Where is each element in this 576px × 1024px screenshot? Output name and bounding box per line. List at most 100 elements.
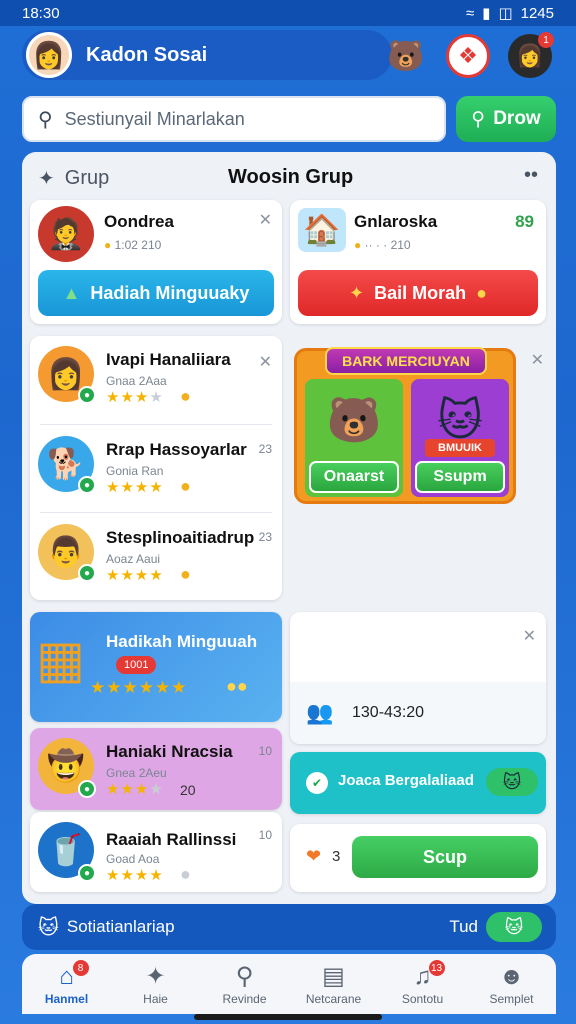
promo-left-button[interactable]: Onaarst bbox=[309, 461, 399, 493]
featured-right-name: Gnlaroska bbox=[354, 212, 438, 231]
avatar: 🤵 bbox=[38, 206, 94, 262]
status-right-text: 1245 bbox=[520, 4, 554, 22]
group-tab[interactable]: ✦ Grup bbox=[38, 166, 109, 191]
online-badge: ● bbox=[78, 564, 96, 582]
profile-avatar[interactable]: 👩 bbox=[26, 32, 72, 78]
info-card: ✕ 👥 130-43:20 bbox=[290, 612, 546, 744]
list-item[interactable]: 🥤 ● Raaiah Rallinssi Goad Aoa ★★★★ ● 10 bbox=[30, 812, 282, 892]
more-icon[interactable]: •• bbox=[524, 164, 538, 187]
group-tab-label: Grup bbox=[64, 167, 110, 189]
coin-icon: ● bbox=[476, 282, 487, 303]
nav-item-explore[interactable]: ✦ Haie bbox=[112, 962, 200, 1006]
friend-side-value: 23 bbox=[258, 530, 272, 544]
search-placeholder: Sestiunyail Minarlakan bbox=[64, 108, 245, 129]
nav-item-music[interactable]: ♫ 13 Sontotu bbox=[379, 960, 467, 1006]
bottom-banner-right-label: Tud bbox=[449, 917, 478, 936]
featured-card-right: 🏠 Gnlaroska ● ·· · · 210 89 ✦ Bail Morah… bbox=[290, 200, 546, 324]
friend-name: Ivapi Hanaliiara bbox=[106, 350, 231, 369]
group-icon: 👥 bbox=[306, 700, 334, 725]
close-icon[interactable]: ✕ bbox=[259, 210, 272, 230]
nav-label: Netcarane bbox=[305, 992, 362, 1006]
scup-count: 3 bbox=[332, 848, 341, 865]
weekly-reward-button[interactable]: ▲ Hadiah Minguuaky bbox=[38, 270, 274, 316]
search-row: ⚲ Sestiunyail Minarlakan ⚲ Drow bbox=[22, 96, 556, 142]
coin-icon: ● bbox=[180, 386, 191, 406]
list-item[interactable]: 👨 ● Stesplinoaitiadrup Aoaz Aaui ★★★★ ● … bbox=[30, 512, 282, 600]
search-input[interactable]: ⚲ Sestiunyail Minarlakan bbox=[22, 96, 446, 142]
coin-icon: ● bbox=[354, 238, 362, 252]
online-badge: ● bbox=[78, 864, 96, 882]
join-label: Joaca Bergalaliaad bbox=[338, 772, 474, 789]
promo-right-button[interactable]: Ssupm bbox=[415, 461, 505, 493]
promo-tile-left[interactable]: 🐻 Onaarst bbox=[305, 379, 403, 497]
list-item[interactable]: 👩 ● Ivapi Hanaliiara Gnaa 2Aaa ★★★★ ● ✕ bbox=[30, 336, 282, 424]
close-icon[interactable]: ✕ bbox=[259, 352, 272, 372]
explore-icon: ✦ bbox=[145, 963, 166, 990]
close-icon[interactable]: ✕ bbox=[523, 626, 536, 646]
nav-item-profile[interactable]: ☻ Semplet bbox=[468, 962, 556, 1006]
battery-icon: ◫ bbox=[498, 5, 513, 22]
promo-banner[interactable]: BARK MERCIUYAN 🐻 Onaarst 🐱 BMUUIK Ssupm bbox=[294, 347, 516, 504]
promo-tile-right[interactable]: 🐱 BMUUIK Ssupm bbox=[411, 379, 509, 497]
featured-left-name: Oondrea bbox=[104, 212, 174, 231]
nav-item-home[interactable]: ⌂ 8 Hanmel bbox=[23, 960, 111, 1006]
nav-item-news[interactable]: ▤ Netcarane bbox=[290, 962, 378, 1006]
home-icon: ⌂ bbox=[59, 963, 74, 990]
game-thumbnail: 🏠 bbox=[298, 208, 346, 252]
profile-pill[interactable]: 👩 Kadon Sosai bbox=[22, 30, 392, 80]
bottom-banner-right[interactable]: Tud 🐱 bbox=[449, 912, 542, 942]
gift-icon: ▲ bbox=[62, 282, 81, 303]
rating-stars: ★★★★★★ bbox=[90, 678, 188, 697]
weekly-reward-button-label: Hadiah Minguuaky bbox=[90, 282, 250, 303]
nav-item-chat[interactable]: ⚲ Revinde bbox=[201, 962, 289, 1006]
group-panel: ✦ Grup Woosin Grup •• 🤵 Oondrea ● 1:02 2… bbox=[22, 152, 556, 904]
panel-header: ✦ Grup Woosin Grup •• bbox=[22, 160, 556, 196]
rating-stars: ★★★★ bbox=[106, 781, 164, 798]
list-item[interactable]: 🐕 ● Rrap Hassoyarlar Gonia Ran ★★★★ ● 23 bbox=[30, 424, 282, 512]
featured-left-meta: ● 1:02 210 bbox=[104, 238, 161, 252]
nav-label: Semplet bbox=[489, 992, 534, 1006]
heart-icon: ❤ bbox=[306, 846, 322, 866]
wifi-icon: ≈ bbox=[465, 4, 475, 22]
friend-name: Haniaki Nracsia bbox=[106, 742, 233, 761]
bail-button[interactable]: ✦ Bail Morah ● bbox=[298, 270, 538, 316]
reward-tag: 1001 bbox=[116, 656, 157, 674]
featured-right-meta: ● ·· · · 210 bbox=[354, 238, 411, 252]
coin-icon: ● bbox=[104, 238, 112, 252]
notification-badge: 1 bbox=[538, 32, 554, 48]
list-item[interactable]: 🤠 ● Haniaki Nracsia Gnea 2Aeu ★★★★ 20 10 bbox=[30, 728, 282, 810]
friend-sub: Gnea 2Aeu bbox=[106, 766, 167, 780]
mascot-icon[interactable]: 🐻 bbox=[384, 34, 428, 78]
gift-icon[interactable]: ❖ bbox=[446, 34, 490, 78]
panel-title: Woosin Grup bbox=[228, 166, 354, 188]
drow-button[interactable]: ⚲ Drow bbox=[456, 96, 556, 142]
reward-card[interactable]: ▦ Hadikah Minguuah 1001 ★★★★★★ ●● bbox=[30, 612, 282, 722]
close-icon[interactable]: ✕ bbox=[531, 350, 544, 370]
online-badge: ● bbox=[78, 780, 96, 798]
bottom-banner[interactable]: 🐱 Sotiatianlariap Tud 🐱 bbox=[22, 904, 556, 950]
friend-sub: Gnaa 2Aaa bbox=[106, 374, 167, 388]
news-icon: ▤ bbox=[322, 963, 345, 990]
status-time: 18:30 bbox=[22, 4, 60, 22]
mascot-icon: 🐱 bbox=[486, 912, 542, 942]
puzzle-icon: ✦ bbox=[38, 168, 55, 190]
friend-sub: Gonia Ran bbox=[106, 464, 164, 478]
treasure-icon: ▦ bbox=[36, 631, 86, 689]
nav-badge: 13 bbox=[428, 960, 445, 976]
bear-mascot-icon: 🐻 bbox=[326, 396, 382, 445]
mascot-icon: 🐱 bbox=[38, 916, 59, 939]
signal-icon: ▮ bbox=[482, 5, 491, 22]
rating-stars: ★★★★ bbox=[106, 867, 164, 884]
online-badge: ● bbox=[78, 476, 96, 494]
search-icon: ⚲ bbox=[38, 108, 53, 131]
online-badge: ● bbox=[78, 386, 96, 404]
join-card[interactable]: ✔ Joaca Bergalaliaad 🐱 bbox=[290, 752, 546, 814]
promo-tag: BMUUIK bbox=[425, 439, 495, 457]
scup-button[interactable]: Scup bbox=[352, 836, 538, 878]
friend-sub: Goad Aoa bbox=[106, 852, 160, 866]
friend-name: Raaiah Rallinssi bbox=[106, 830, 237, 849]
coin-icon: ● bbox=[180, 564, 191, 584]
rating-stars: ★★★★ bbox=[106, 567, 164, 584]
featured-right-meta-text: ·· · · 210 bbox=[364, 238, 411, 252]
status-bar: 18:30 ≈ ▮ ◫ 1245 bbox=[0, 0, 576, 26]
